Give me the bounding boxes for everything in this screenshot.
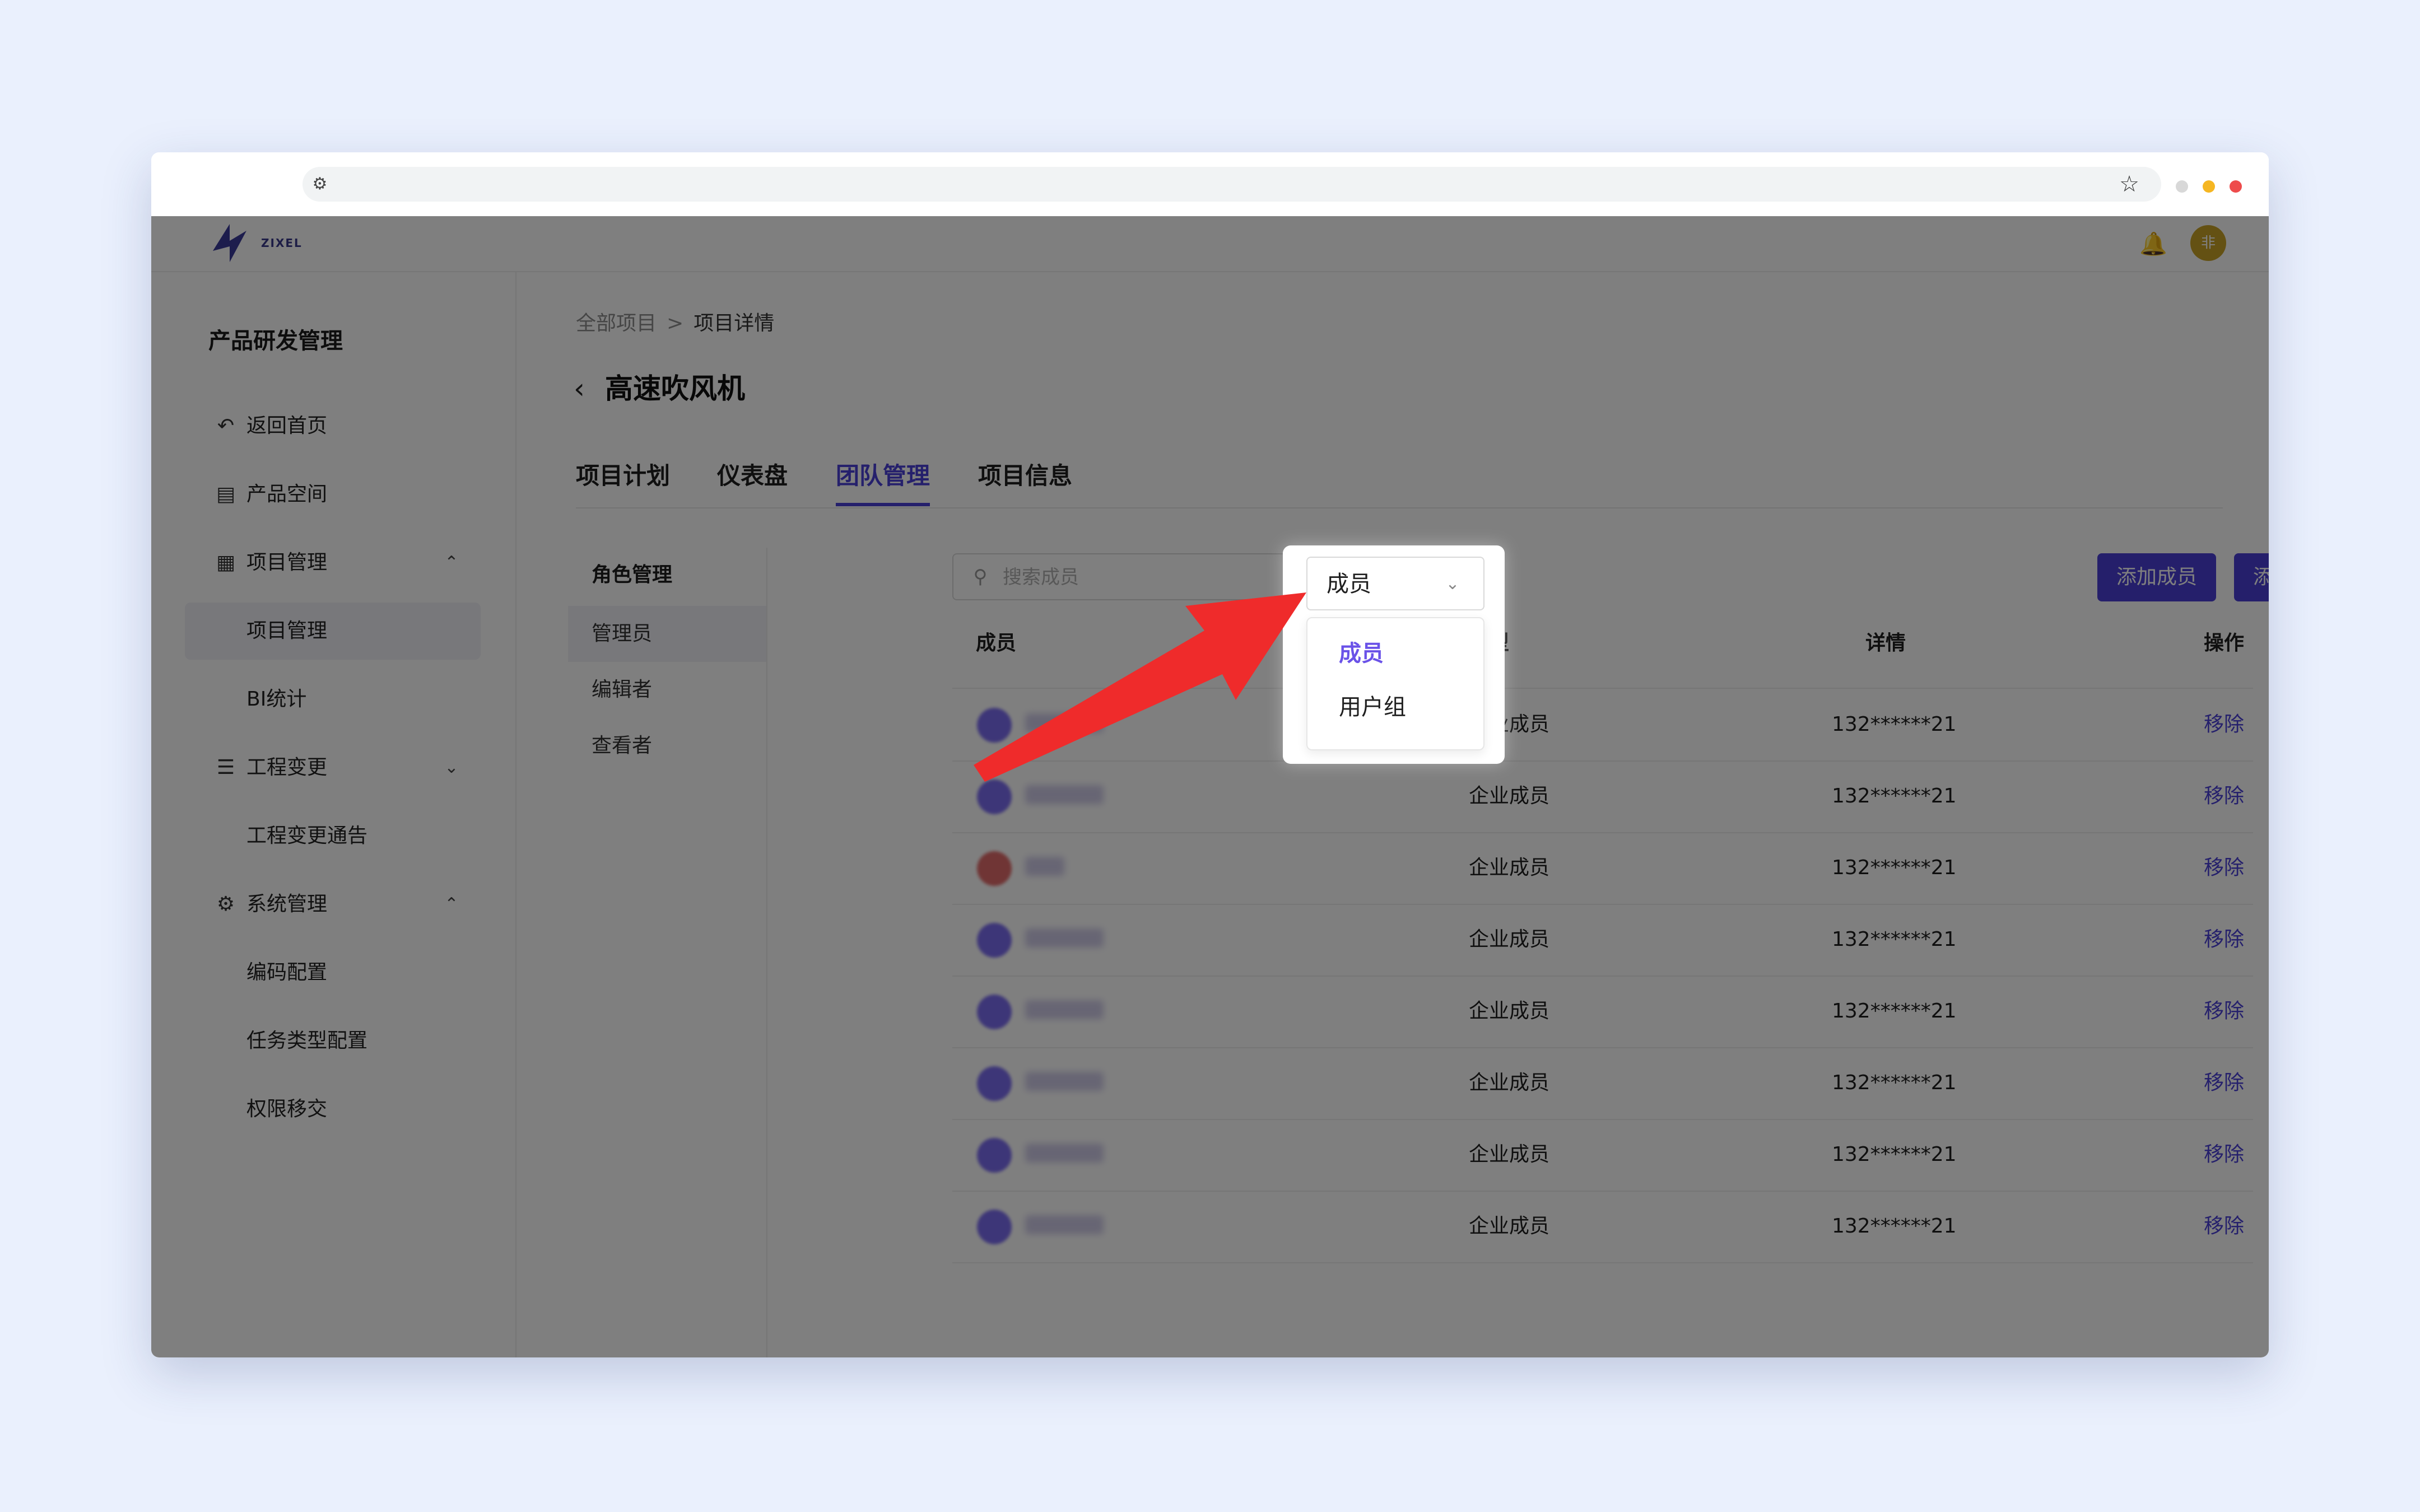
option-member[interactable]: 成员 [1339,638,1384,669]
site-settings-icon[interactable]: ⚙ [306,170,334,198]
address-bar[interactable] [302,167,2161,202]
browser-window: ← → ↻ ⚙ ☆ ZIXEL 🔔 非 产品研发管理 ↶ 返回首页 ▤ 产品空 [151,152,2269,1357]
type-select-dropdown: 成员 用户组 [1306,617,1484,750]
bookmark-star-icon[interactable]: ☆ [2114,169,2144,199]
type-select-value: 成员 [1327,571,1371,597]
window-maximize-dot[interactable] [2203,180,2215,193]
option-user-group[interactable]: 用户组 [1339,692,1406,722]
highlighted-type-select: 成员 ⌄ 成员 用户组 [1283,545,1505,764]
window-minimize-dot[interactable] [2176,180,2188,193]
modal-dim-overlay [151,216,2269,1357]
chevron-down-icon: ⌄ [1445,574,1460,594]
type-select[interactable]: 成员 ⌄ [1306,557,1484,610]
browser-toolbar: ← → ↻ ⚙ ☆ [151,152,2269,216]
window-close-dot[interactable] [2230,180,2242,193]
